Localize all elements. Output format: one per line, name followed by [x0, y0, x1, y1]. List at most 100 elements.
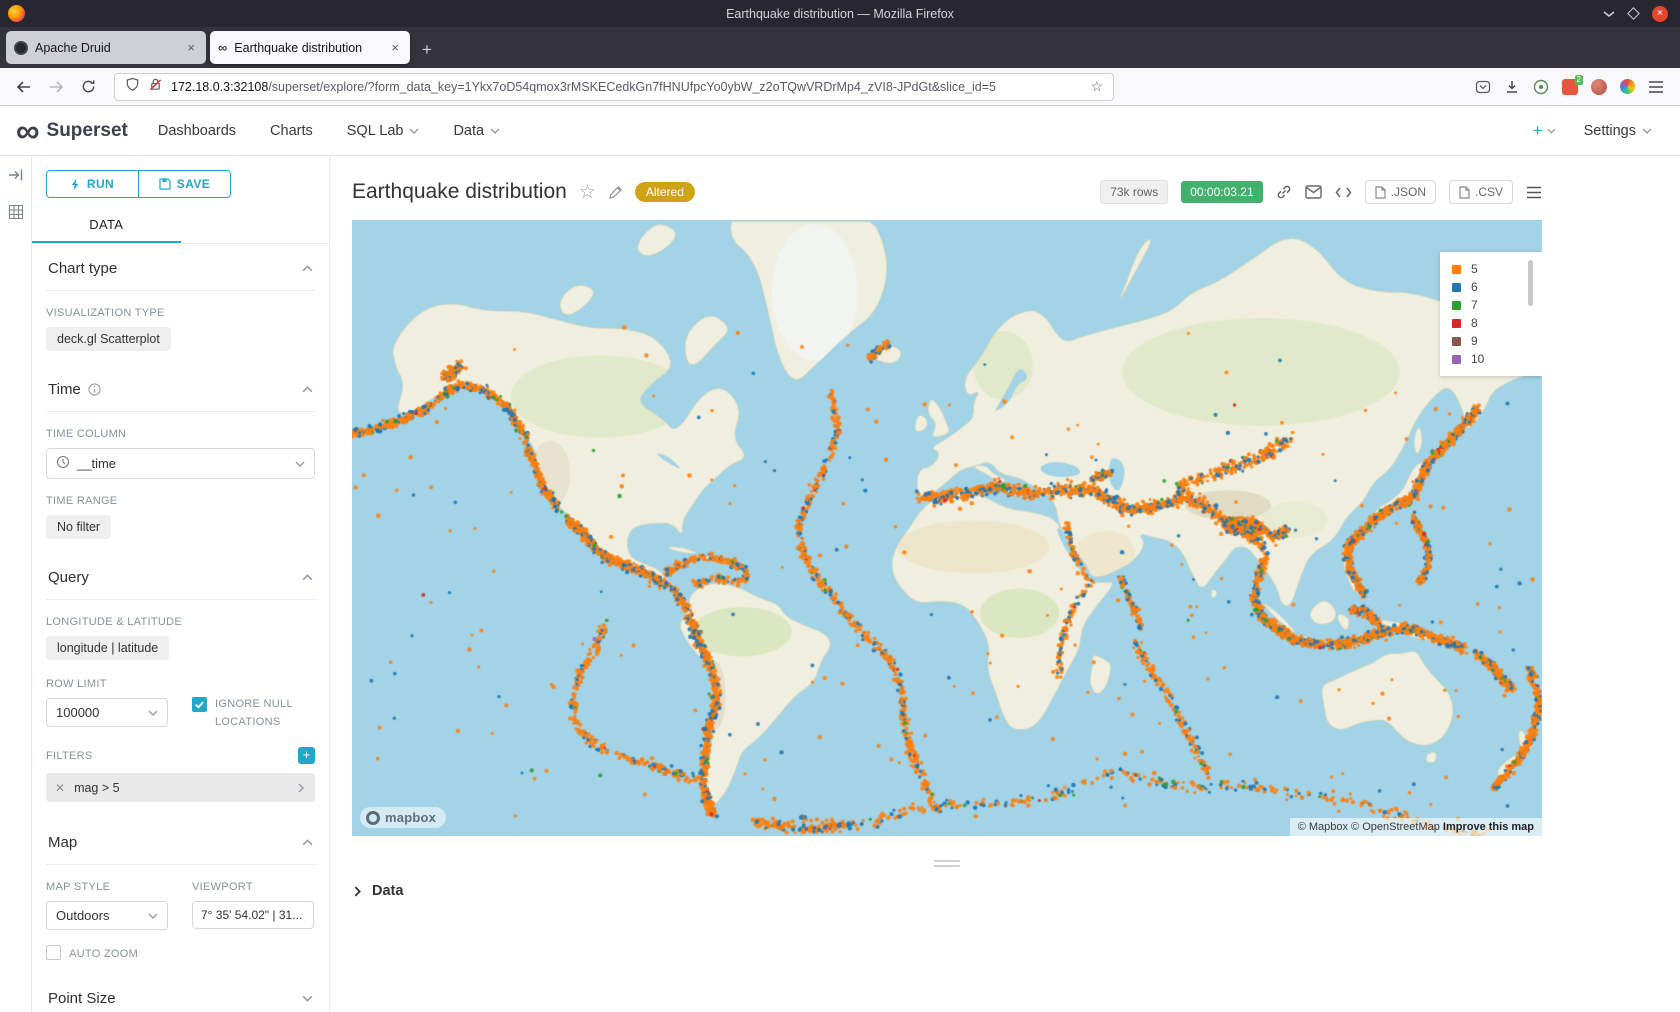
viewport-label: VIEWPORT: [192, 881, 315, 893]
window-maximize-icon[interactable]: [1627, 7, 1640, 20]
legend-swatch: [1452, 265, 1461, 274]
remove-filter-icon[interactable]: ✕: [55, 781, 65, 795]
browser-tab-apache-druid[interactable]: Apache Druid ×: [6, 31, 206, 64]
new-tab-button[interactable]: +: [414, 40, 440, 68]
legend-item[interactable]: 10: [1452, 350, 1542, 368]
menu-icon[interactable]: [1648, 80, 1664, 94]
time-column-select[interactable]: __time: [46, 448, 315, 479]
account-icon[interactable]: [1533, 79, 1549, 95]
section-chart-type[interactable]: Chart type: [46, 244, 315, 291]
add-filter-button[interactable]: +: [298, 747, 315, 764]
apache-druid-favicon: [14, 41, 28, 55]
row-limit-select[interactable]: 100000: [46, 698, 168, 727]
window-close-button[interactable]: ×: [1652, 6, 1668, 22]
run-button[interactable]: RUN: [46, 170, 139, 198]
nav-sql-lab[interactable]: SQL Lab: [347, 123, 420, 139]
map-attribution: © Mapbox © OpenStreetMap Improve this ma…: [1290, 818, 1542, 836]
time-range-chip[interactable]: No filter: [46, 515, 111, 539]
panel-tabs: DATA: [32, 208, 329, 244]
save-icon: [159, 178, 171, 190]
profile-avatar[interactable]: [1591, 79, 1607, 95]
forward-button[interactable]: [42, 73, 70, 101]
panel-drag-handle[interactable]: [352, 860, 1542, 867]
bolt-icon: [71, 178, 81, 191]
control-panel: RUN SAVE DATA Chart type VISUALIZATION T…: [32, 156, 330, 1012]
mapbox-logo[interactable]: mapbox: [360, 807, 446, 828]
section-point-size[interactable]: Point Size: [46, 974, 315, 1012]
firefox-logo-icon: [8, 5, 25, 22]
filter-chip[interactable]: ✕ mag > 5: [46, 773, 315, 802]
permalink-icon[interactable]: [1276, 184, 1292, 200]
legend-swatch: [1452, 355, 1461, 364]
ignore-null-checkbox[interactable]: [192, 697, 207, 712]
chevron-down-icon: [409, 128, 419, 134]
titlebar: Earthquake distribution — Mozilla Firefo…: [0, 0, 1680, 27]
expand-panel-icon[interactable]: [8, 168, 24, 187]
tab-title: Earthquake distribution: [234, 41, 381, 55]
map-style-select[interactable]: Outdoors: [46, 901, 168, 930]
legend-scrollbar[interactable]: [1528, 260, 1533, 306]
viz-type-label: VISUALIZATION TYPE: [46, 307, 315, 319]
row-limit-label: ROW LIMIT: [46, 678, 192, 690]
nav-dashboards[interactable]: Dashboards: [158, 123, 236, 139]
viz-type-chip[interactable]: deck.gl Scatterplot: [46, 327, 171, 351]
map-style-label: MAP STYLE: [46, 881, 192, 893]
export-json-button[interactable]: .JSON: [1365, 180, 1436, 204]
filters-label: FILTERS: [46, 750, 93, 762]
save-button[interactable]: SAVE: [138, 170, 231, 198]
tab-close-icon[interactable]: ×: [184, 40, 198, 55]
chevron-down-icon: [295, 461, 305, 467]
chevron-down-icon: [1547, 128, 1556, 134]
reload-button[interactable]: [74, 73, 102, 101]
chevron-right-icon: [352, 888, 363, 895]
add-new-button[interactable]: +: [1533, 121, 1556, 141]
data-panel-header[interactable]: Data: [352, 883, 1680, 899]
viewport-value[interactable]: 7° 35' 54.02" | 31...: [192, 901, 314, 929]
clock-icon: [56, 455, 70, 472]
settings-menu[interactable]: Settings: [1584, 123, 1652, 139]
legend-item[interactable]: 8: [1452, 314, 1542, 332]
map-legend: 5 6 7 8 9 10: [1440, 252, 1542, 376]
auto-zoom-checkbox[interactable]: [46, 945, 61, 960]
lonlat-chip[interactable]: longitude | latitude: [46, 636, 169, 660]
nav-data[interactable]: Data: [453, 123, 500, 139]
chevron-down-icon: [148, 913, 158, 919]
nav-charts[interactable]: Charts: [270, 123, 313, 139]
chevron-right-icon: [296, 785, 306, 791]
chevron-down-icon: [148, 710, 158, 716]
edit-properties-icon[interactable]: [608, 185, 623, 200]
map-canvas[interactable]: [352, 220, 1542, 836]
insecure-lock-icon[interactable]: [148, 77, 163, 97]
pocket-icon[interactable]: [1475, 79, 1491, 95]
extension-icon[interactable]: 2: [1562, 79, 1578, 95]
browser-tab-earthquake-distribution[interactable]: ∞ Earthquake distribution ×: [210, 31, 410, 64]
section-time[interactable]: Time: [46, 365, 315, 412]
improve-map-link[interactable]: Improve this map: [1443, 821, 1534, 833]
downloads-icon[interactable]: [1504, 79, 1520, 95]
chevron-down-icon: [490, 128, 500, 134]
section-map[interactable]: Map: [46, 818, 315, 865]
email-icon[interactable]: [1305, 185, 1322, 199]
chevron-up-icon: [302, 265, 313, 272]
more-options-icon[interactable]: [1526, 186, 1542, 199]
url-bar[interactable]: 172.18.0.3:32108/superset/explore/?form_…: [114, 73, 1114, 101]
section-query[interactable]: Query: [46, 553, 315, 600]
favorite-star-icon[interactable]: ☆: [579, 181, 596, 204]
back-button[interactable]: [10, 73, 38, 101]
chart-area: Earthquake distribution ☆ Altered 73k ro…: [330, 156, 1680, 1012]
chevron-down-icon: [1642, 128, 1652, 134]
dataset-grid-icon[interactable]: [8, 204, 24, 225]
tracking-shield-icon[interactable]: [125, 77, 140, 97]
legend-item[interactable]: 9: [1452, 332, 1542, 350]
superset-brand-name: Superset: [47, 120, 128, 142]
embed-code-icon[interactable]: [1335, 186, 1352, 199]
superset-logo[interactable]: ∞ Superset: [16, 116, 128, 146]
window-minimize-icon[interactable]: [1603, 10, 1615, 18]
container-extension-icon[interactable]: [1620, 79, 1635, 94]
legend-swatch: [1452, 283, 1461, 292]
export-csv-button[interactable]: .CSV: [1449, 180, 1513, 204]
tab-data[interactable]: DATA: [32, 208, 181, 243]
bookmark-star-icon[interactable]: ☆: [1090, 78, 1103, 95]
tab-close-icon[interactable]: ×: [388, 40, 402, 55]
chevron-up-icon: [302, 574, 313, 581]
